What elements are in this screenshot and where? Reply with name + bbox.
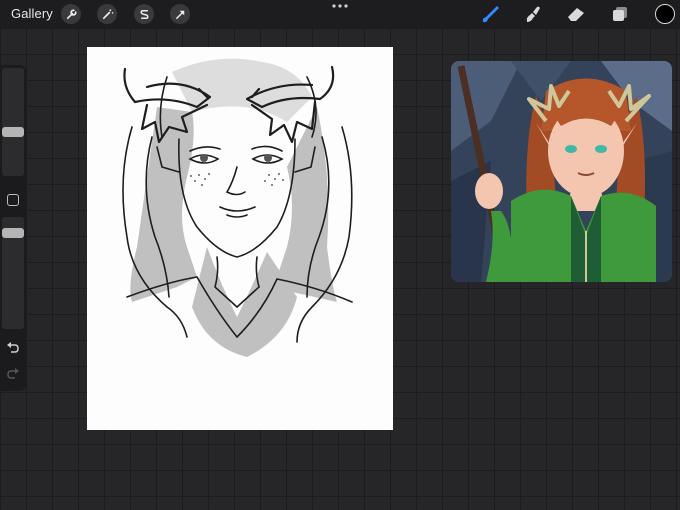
layers-icon[interactable] (609, 4, 631, 24)
drawing-canvas[interactable] (87, 47, 393, 430)
brush-icon[interactable] (479, 4, 501, 24)
transform-button[interactable] (170, 4, 190, 24)
smudge-icon[interactable] (522, 4, 544, 24)
transform-arrow-icon (175, 10, 184, 19)
magic-wand-icon (102, 8, 113, 19)
adjustments-button[interactable] (97, 4, 117, 24)
reference-image[interactable] (451, 61, 672, 282)
wrench-icon (66, 8, 77, 19)
brush-size-slider[interactable] (2, 68, 24, 176)
reference-artwork (451, 61, 672, 282)
selection-icon (140, 9, 148, 19)
modify-button[interactable] (7, 194, 19, 206)
redo-icon[interactable] (5, 367, 21, 381)
left-sidebar (0, 65, 26, 391)
selection-button[interactable] (134, 4, 154, 24)
sketch-artwork (122, 58, 353, 357)
opacity-thumb[interactable] (2, 228, 24, 239)
undo-icon[interactable] (5, 341, 21, 355)
actions-button[interactable] (61, 4, 81, 24)
brush-size-thumb[interactable] (2, 126, 24, 137)
eraser-icon[interactable] (565, 4, 587, 24)
gallery-button[interactable]: Gallery (11, 6, 53, 21)
more-options-icon[interactable] (330, 2, 350, 10)
top-toolbar: Gallery (0, 0, 680, 28)
color-picker-swatch[interactable] (655, 4, 675, 24)
